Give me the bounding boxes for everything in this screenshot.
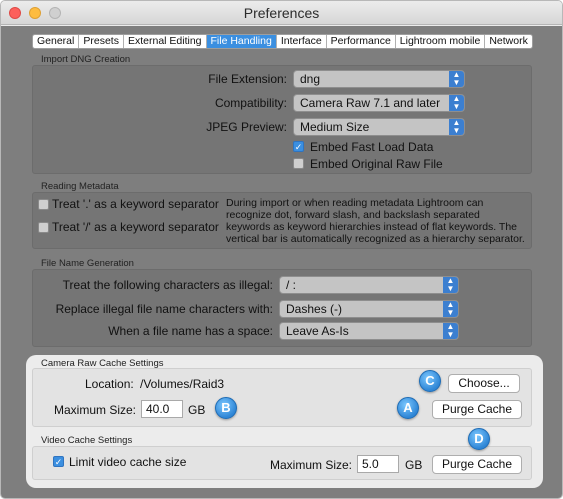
reading-metadata-section-title: Reading Metadata: [41, 181, 119, 192]
file-extension-select[interactable]: dng ▲ ▼: [293, 70, 465, 88]
purge-raw-cache-button[interactable]: Purge Cache: [432, 400, 522, 419]
file-extension-label: File Extension:: [208, 72, 287, 86]
location-label: Location:: [85, 377, 134, 391]
compatibility-value: Camera Raw 7.1 and later: [300, 96, 441, 110]
chevron-updown-icon: ▲ ▼: [443, 323, 458, 339]
video-cache-section-title: Video Cache Settings: [41, 435, 133, 446]
file-name-generation-section-title: File Name Generation: [41, 258, 134, 269]
chevron-updown-icon: ▲ ▼: [449, 71, 464, 87]
keyword-separator-description: During import or when reading metadata L…: [226, 197, 525, 245]
tab-network[interactable]: Network: [485, 35, 532, 48]
preferences-window: Preferences General Presets External Edi…: [0, 0, 563, 499]
choose-location-button[interactable]: Choose...: [448, 374, 520, 393]
illegal-chars-select[interactable]: / : ▲ ▼: [279, 276, 459, 294]
chevron-updown-icon: ▲ ▼: [443, 301, 458, 317]
file-extension-value: dng: [300, 72, 321, 86]
tab-lightroom-mobile[interactable]: Lightroom mobile: [396, 35, 486, 48]
chevron-updown-icon: ▲ ▼: [443, 277, 458, 293]
video-cache-max-size-label: Maximum Size:: [270, 458, 353, 472]
replace-illegal-label: Replace illegal file name characters wit…: [55, 302, 273, 316]
callout-badge-c: C: [419, 370, 441, 392]
video-cache-gb-label: GB: [405, 458, 423, 472]
tab-presets[interactable]: Presets: [79, 35, 124, 48]
raw-cache-max-size-label: Maximum Size:: [54, 403, 137, 417]
raw-cache-max-size-input[interactable]: 40.0: [141, 400, 183, 418]
limit-video-cache-label: Limit video cache size: [69, 455, 187, 469]
compatibility-select[interactable]: Camera Raw 7.1 and later ▲ ▼: [293, 94, 465, 112]
jpeg-preview-select[interactable]: Medium Size ▲ ▼: [293, 118, 465, 136]
chevron-updown-icon: ▲ ▼: [449, 119, 464, 135]
callout-badge-d: D: [468, 428, 490, 450]
purge-video-cache-button[interactable]: Purge Cache: [432, 455, 522, 474]
illegal-chars-value: / :: [286, 278, 297, 292]
dot-separator-label: Treat '.' as a keyword separator: [52, 197, 219, 211]
tab-file-handling[interactable]: File Handling: [206, 35, 277, 48]
location-value: /Volumes/Raid3: [140, 377, 225, 391]
window-title: Preferences: [243, 5, 320, 21]
slash-separator-label: Treat '/' as a keyword separator: [52, 220, 219, 234]
space-handling-value: Leave As-Is: [286, 324, 349, 338]
illegal-chars-label: Treat the following characters as illega…: [62, 278, 273, 292]
slash-separator-checkbox[interactable]: [38, 222, 49, 233]
space-handling-label: When a file name has a space:: [108, 324, 273, 338]
raw-cache-gb-label: GB: [188, 403, 206, 417]
import-dng-section-title: Import DNG Creation: [41, 54, 131, 65]
tab-external-editing[interactable]: External Editing: [124, 35, 207, 48]
chevron-updown-icon: ▲ ▼: [449, 95, 464, 111]
embed-fast-load-checkbox[interactable]: ✓: [293, 141, 304, 152]
jpeg-preview-label: JPEG Preview:: [206, 120, 287, 134]
jpeg-preview-value: Medium Size: [300, 120, 370, 134]
title-bar: Preferences: [1, 1, 562, 25]
tab-general[interactable]: General: [33, 35, 80, 48]
dot-separator-checkbox[interactable]: [38, 199, 49, 210]
embed-original-raw-checkbox[interactable]: [293, 158, 304, 169]
compatibility-label: Compatibility:: [214, 96, 287, 110]
space-handling-select[interactable]: Leave As-Is ▲ ▼: [279, 322, 459, 340]
tab-interface[interactable]: Interface: [277, 35, 327, 48]
tab-performance[interactable]: Performance: [327, 35, 396, 48]
embed-fast-load-label: Embed Fast Load Data: [310, 140, 434, 154]
callout-badge-a: A: [397, 397, 419, 419]
embed-original-raw-label: Embed Original Raw File: [310, 157, 443, 171]
replace-illegal-select[interactable]: Dashes (-) ▲ ▼: [279, 300, 459, 318]
video-cache-max-size-input[interactable]: 5.0: [357, 455, 399, 473]
tab-bar: General Presets External Editing File Ha…: [32, 34, 533, 49]
replace-illegal-value: Dashes (-): [286, 302, 343, 316]
callout-badge-b: B: [215, 397, 237, 419]
limit-video-cache-checkbox[interactable]: ✓: [53, 456, 64, 467]
